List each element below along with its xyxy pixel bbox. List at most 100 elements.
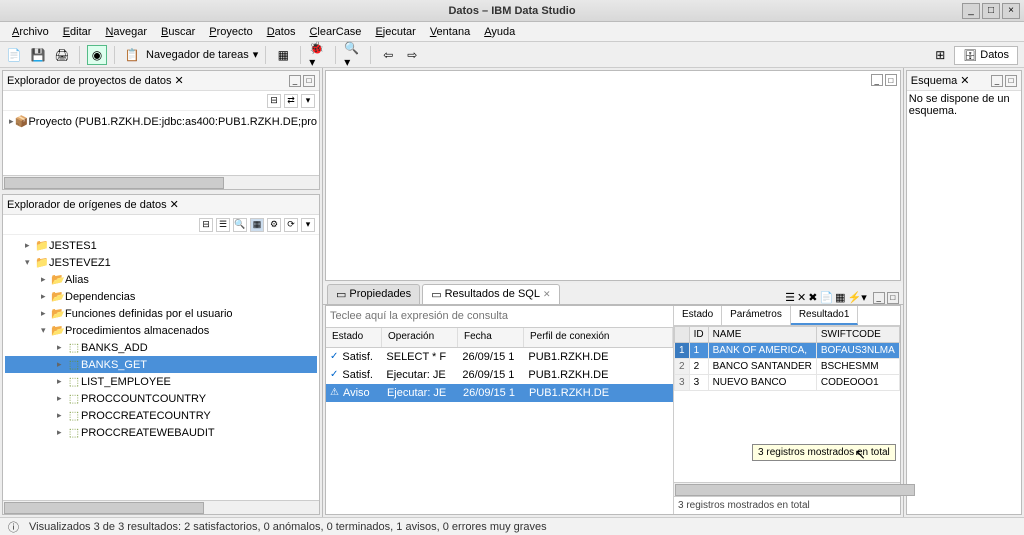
maximize-editor-icon[interactable]: □ xyxy=(885,74,897,86)
tree-item-proccountcountry[interactable]: ▸⬚PROCCOUNTCOUNTRY xyxy=(5,390,317,407)
table-row[interactable]: 33NUEVO BANCOCODEOOO1 xyxy=(675,374,900,390)
task-nav-label[interactable]: Navegador de tareas xyxy=(146,49,249,61)
col-name[interactable]: NAME xyxy=(708,326,816,342)
back-icon[interactable]: ⇦ xyxy=(378,45,398,65)
r-tb6[interactable]: ⚡▾ xyxy=(848,291,867,304)
result-row[interactable]: ✓Satisf.SELECT * F26/09/15 1PUB1.RZKH.DE xyxy=(326,348,673,366)
tree-item-procedimientos-almacenados[interactable]: ▾📂Procedimientos almacenados xyxy=(5,322,317,339)
tree-item-proccreatewebaudit[interactable]: ▸⬚PROCCREATEWEBAUDIT xyxy=(5,424,317,441)
menubar: ArchivoEditarNavegarBuscarProyectoDatosC… xyxy=(0,22,1024,42)
menu-datos[interactable]: Datos xyxy=(261,24,302,40)
r-tb1[interactable]: ☰ xyxy=(785,291,795,304)
dropdown-icon[interactable]: ▾ xyxy=(253,48,259,61)
minimize-view-icon[interactable]: _ xyxy=(991,75,1003,87)
print-icon[interactable]: 🖨 xyxy=(52,45,72,65)
perspective-datos[interactable]: 🗄 Datos xyxy=(954,46,1018,65)
maximize-panel-icon[interactable]: □ xyxy=(887,292,899,304)
tree-item-dependencias[interactable]: ▸📂Dependencias xyxy=(5,288,317,305)
result-grid[interactable]: IDNAMESWIFTCODE11BANK OF AMERICA,BOFAUS3… xyxy=(674,326,900,483)
minimize-editor-icon[interactable]: _ xyxy=(871,74,883,86)
close-view-icon[interactable]: ✕ xyxy=(170,198,179,211)
tb5[interactable]: ⚙ xyxy=(267,218,281,232)
subtab-parametros[interactable]: Parámetros xyxy=(722,306,791,325)
maximize-view-icon[interactable]: □ xyxy=(1005,75,1017,87)
tree-item-list-employee[interactable]: ▸⬚LIST_EMPLOYEE xyxy=(5,373,317,390)
result-history-header: Estado Operación Fecha Perfil de conexió… xyxy=(326,328,673,348)
tb3[interactable]: 🔍 xyxy=(233,218,247,232)
close-view-icon[interactable]: ✕ xyxy=(960,74,969,87)
tree-item-banks-add[interactable]: ▸⬚BANKS_ADD xyxy=(5,339,317,356)
r-tb2[interactable]: ✕ xyxy=(797,291,806,304)
search-icon[interactable]: 🔍▾ xyxy=(343,45,363,65)
forward-icon[interactable]: ⇨ xyxy=(402,45,422,65)
minimize-button[interactable]: _ xyxy=(962,3,980,19)
menu-clearcase[interactable]: ClearCase xyxy=(303,24,367,40)
menu-icon[interactable]: ▾ xyxy=(301,94,315,108)
menu-navegar[interactable]: Navegar xyxy=(99,24,153,40)
close-button[interactable]: × xyxy=(1002,3,1020,19)
tab-propiedades[interactable]: ▭Propiedades xyxy=(327,284,420,304)
menu-buscar[interactable]: Buscar xyxy=(155,24,201,40)
query-input[interactable] xyxy=(326,310,673,322)
collapse-icon[interactable]: ⊟ xyxy=(267,94,281,108)
table-row[interactable]: 22BANCO SANTANDERBSCHESMM xyxy=(675,358,900,374)
menu-proyecto[interactable]: Proyecto xyxy=(203,24,258,40)
col-id[interactable]: ID xyxy=(689,326,708,342)
menu-ventana[interactable]: Ventana xyxy=(424,24,476,40)
r-tb5[interactable]: ▦ xyxy=(835,291,845,304)
clearcase-icon[interactable]: ◉ xyxy=(87,45,107,65)
col-swiftcode[interactable]: SWIFTCODE xyxy=(816,326,899,342)
result-row[interactable]: ✓Satisf.Ejecutar: JE26/09/15 1PUB1.RZKH.… xyxy=(326,366,673,384)
r-tb3[interactable]: ✖ xyxy=(808,291,817,304)
result-row[interactable]: ⚠AvisoEjecutar: JE26/09/15 1PUB1.RZKH.DE xyxy=(326,384,673,402)
maximize-view-icon[interactable]: □ xyxy=(303,75,315,87)
link-icon[interactable]: ⇄ xyxy=(284,94,298,108)
task-nav-icon[interactable]: 📋 xyxy=(122,45,142,65)
project-explorer-title: Explorador de proyectos de datos xyxy=(7,75,172,87)
menu-ayuda[interactable]: Ayuda xyxy=(478,24,521,40)
tree-item-jestes1[interactable]: ▸📁JESTES1 xyxy=(5,237,317,254)
grid-hscroll[interactable] xyxy=(674,482,900,496)
schema-body: No se dispone de un esquema. xyxy=(907,91,1021,514)
r-tb4[interactable]: 📄 xyxy=(819,291,833,304)
statusbar: ⓘ Visualizados 3 de 3 resultados: 2 sati… xyxy=(0,517,1024,535)
result-history-list[interactable]: ✓Satisf.SELECT * F26/09/15 1PUB1.RZKH.DE… xyxy=(326,348,673,515)
tree-item-banks-get[interactable]: ▸⬚BANKS_GET xyxy=(5,356,317,373)
tree-item-jestevez1[interactable]: ▾📁JESTEVEZ1 xyxy=(5,254,317,271)
minimize-panel-icon[interactable]: _ xyxy=(873,292,885,304)
menu-ejecutar[interactable]: Ejecutar xyxy=(369,24,421,40)
new-icon[interactable]: 📄 xyxy=(4,45,24,65)
debug-icon[interactable]: 🐞▾ xyxy=(308,45,328,65)
project-item[interactable]: ▸📦 Proyecto (PUB1.RZKH.DE:jdbc:as400:PUB… xyxy=(5,113,317,130)
source-explorer-title: Explorador de orígenes de datos xyxy=(7,199,167,211)
tb2[interactable]: ☰ xyxy=(216,218,230,232)
save-icon[interactable]: 💾 xyxy=(28,45,48,65)
schema-view-title: Esquema xyxy=(911,75,957,87)
sql-icon: ▭ xyxy=(431,288,441,301)
source-tree[interactable]: ▸📁JESTES1▾📁JESTEVEZ1▸📂Alias▸📂Dependencia… xyxy=(3,235,319,500)
tb7[interactable]: ▾ xyxy=(301,218,315,232)
tb1[interactable]: ⊟ xyxy=(199,218,213,232)
minimize-view-icon[interactable]: _ xyxy=(289,75,301,87)
tree-item-alias[interactable]: ▸📂Alias xyxy=(5,271,317,288)
maximize-button[interactable]: □ xyxy=(982,3,1000,19)
table-row[interactable]: 11BANK OF AMERICA,BOFAUS3NLMA xyxy=(675,342,900,358)
close-tab-icon[interactable]: ✕ xyxy=(543,289,551,300)
tb4[interactable]: ▦ xyxy=(250,218,264,232)
db-icon: 🗄 xyxy=(963,49,977,62)
open-perspective-button[interactable]: ⊞ xyxy=(930,45,950,65)
tree-item-proccreatecountry[interactable]: ▸⬚PROCCREATECOUNTRY xyxy=(5,407,317,424)
tree-item-funciones-definidas-por-el-usuario[interactable]: ▸📂Funciones definidas por el usuario xyxy=(5,305,317,322)
subtab-resultado1[interactable]: Resultado1 xyxy=(791,306,859,325)
close-view-icon[interactable]: ✕ xyxy=(175,74,184,87)
menu-archivo[interactable]: Archivo xyxy=(6,24,55,40)
main-toolbar: 📄 💾 🖨 ◉ 📋 Navegador de tareas ▾ ▦ 🐞▾ 🔍▾ … xyxy=(0,42,1024,68)
props-icon: ▭ xyxy=(336,288,346,301)
tab-resultados-sql[interactable]: ▭Resultados de SQL ✕ xyxy=(422,284,559,304)
menu-editar[interactable]: Editar xyxy=(57,24,98,40)
toggle-icon[interactable]: ▦ xyxy=(273,45,293,65)
tb6[interactable]: ⟳ xyxy=(284,218,298,232)
subtab-estado[interactable]: Estado xyxy=(674,306,722,325)
window-title: Datos – IBM Data Studio xyxy=(448,5,575,17)
bottom-tabbar: ▭Propiedades ▭Resultados de SQL ✕ ☰ ✕ ✖ … xyxy=(323,283,903,305)
